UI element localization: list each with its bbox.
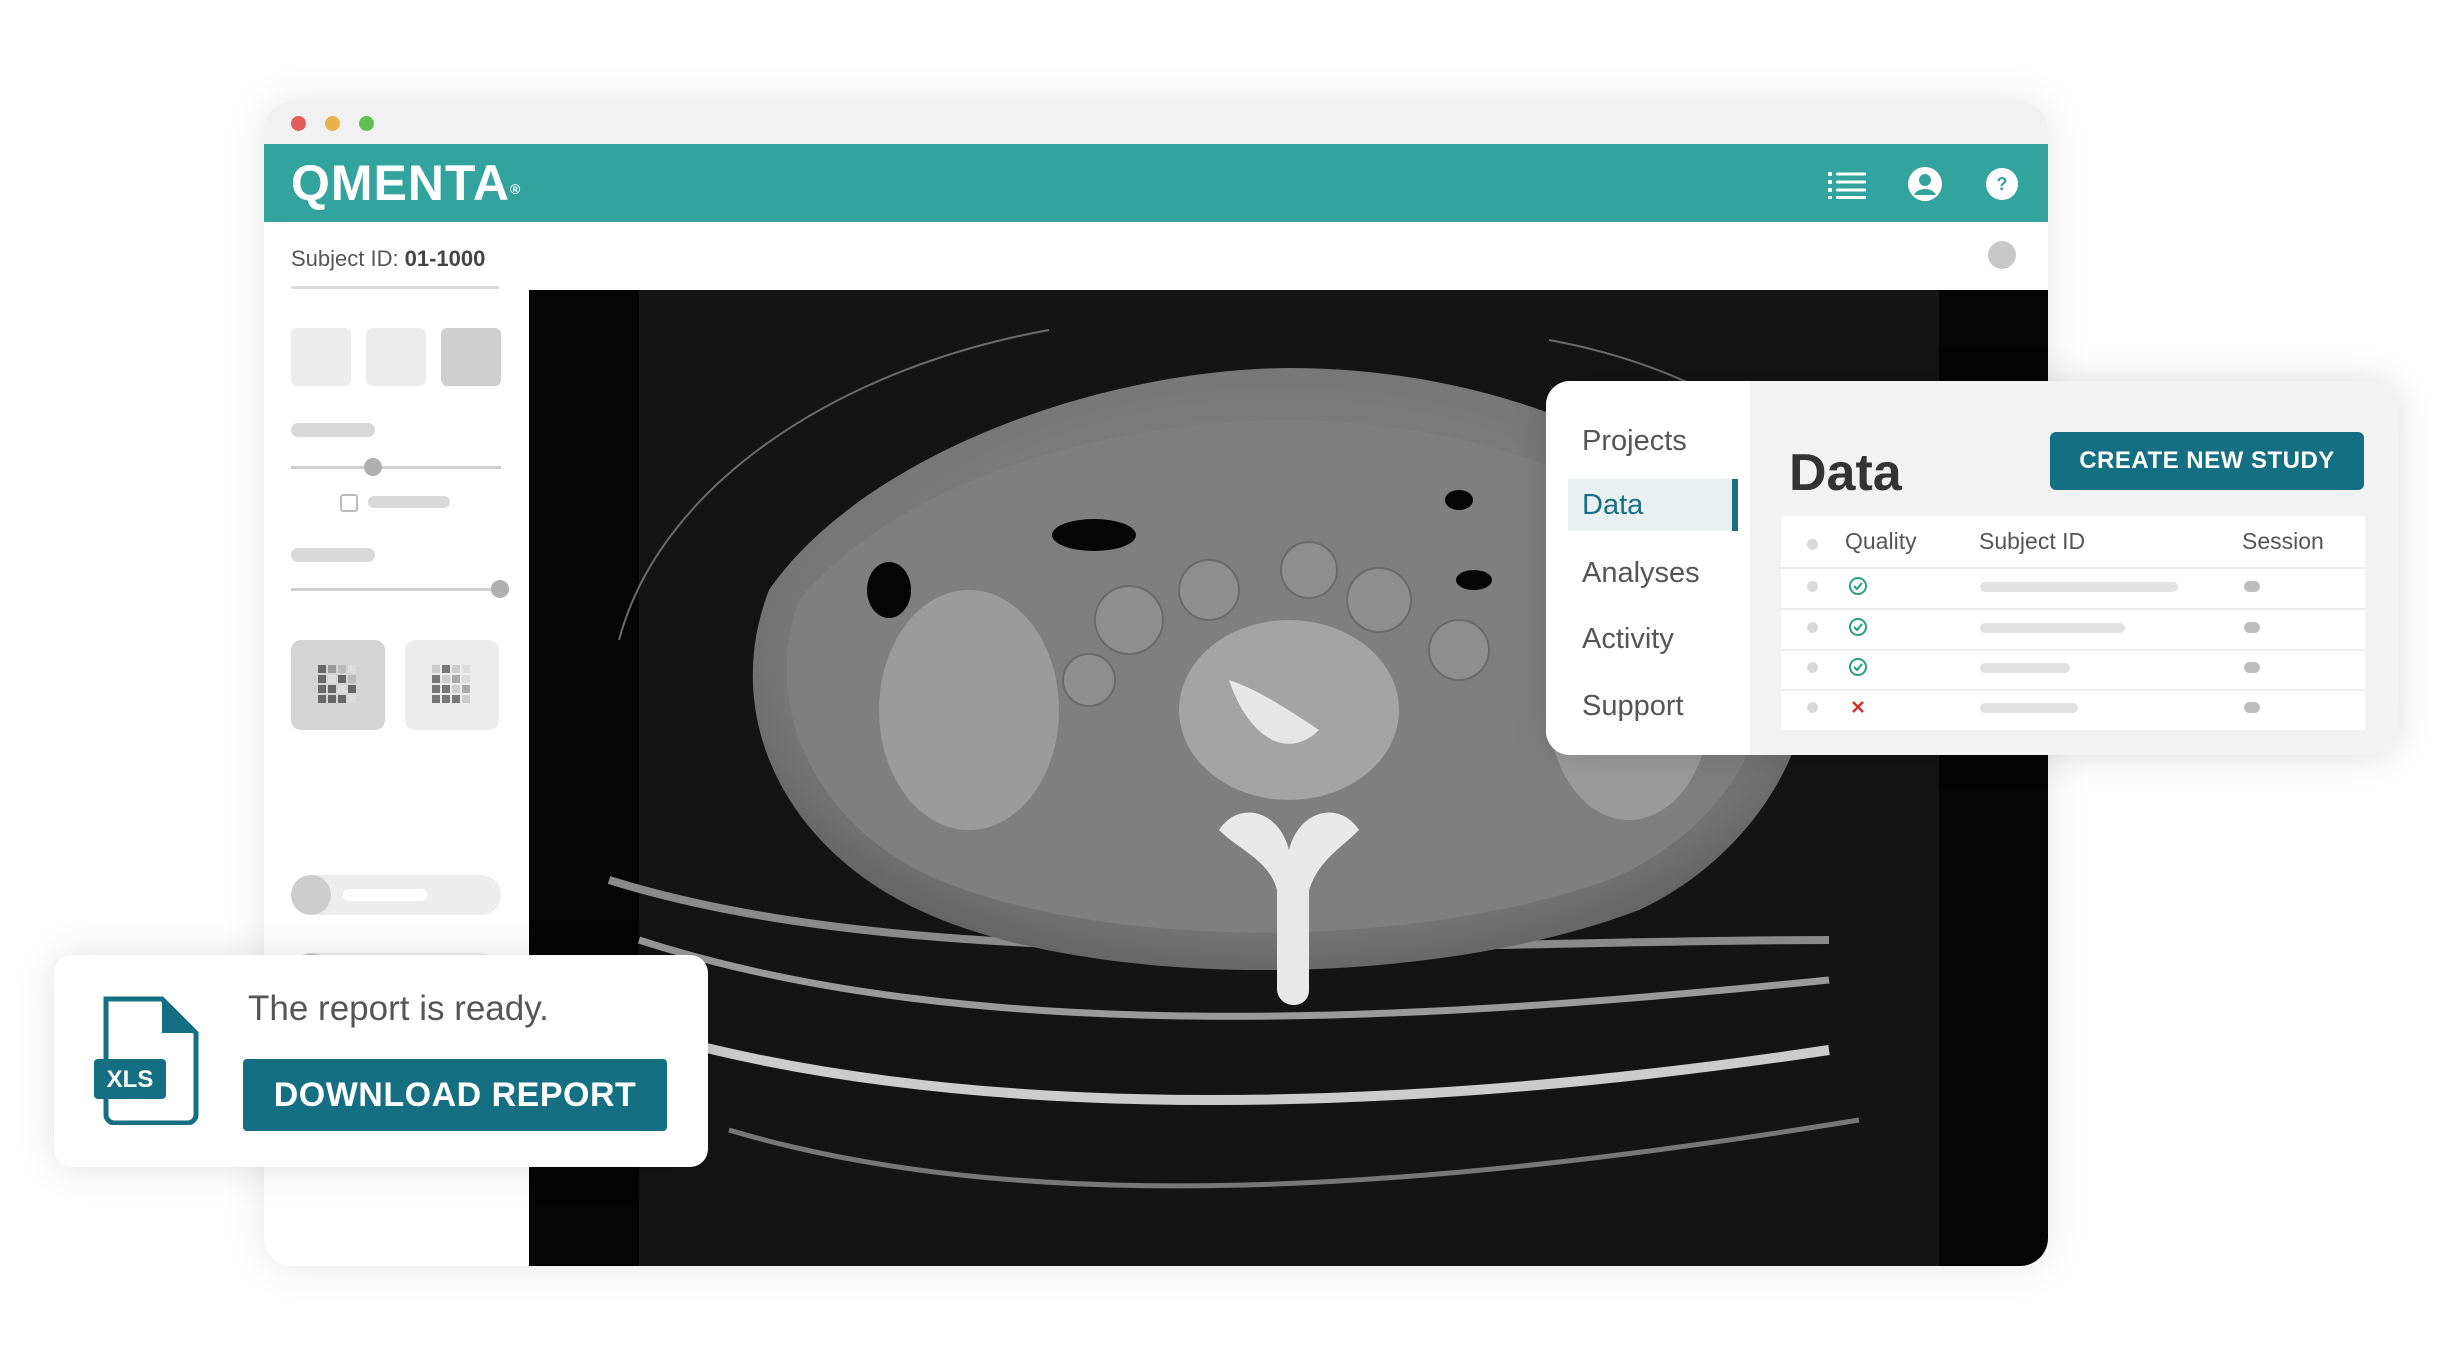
data-panel-popup: Projects Data Analyses Activity Support … <box>1546 381 2398 755</box>
checkbox-label <box>368 496 450 508</box>
view-mode-button-1[interactable] <box>291 328 351 386</box>
subject-id: Subject ID: 01-1000 <box>291 246 486 271</box>
slider-track[interactable] <box>291 466 501 469</box>
subject-id-placeholder <box>1980 703 2078 713</box>
session-indicator <box>2244 662 2260 673</box>
grid-layout-button-alt[interactable] <box>405 640 499 730</box>
nav-item-support[interactable]: Support <box>1568 680 1738 732</box>
create-new-study-button[interactable]: CREATE NEW STUDY <box>2050 432 2364 490</box>
slider-handle[interactable] <box>491 580 509 598</box>
slider-track[interactable] <box>291 588 501 591</box>
row-select-checkbox[interactable] <box>1807 702 1818 713</box>
subject-id-placeholder <box>1980 663 2070 673</box>
option-checkbox[interactable] <box>340 494 358 512</box>
status-indicator <box>1988 241 2016 269</box>
nav-item-projects[interactable]: Projects <box>1568 415 1738 467</box>
report-ready-message: The report is ready. <box>248 989 549 1028</box>
session-indicator <box>2244 581 2260 592</box>
column-header-session[interactable]: Session <box>2242 528 2324 555</box>
data-panel-nav: Projects Data Analyses Activity Support <box>1546 381 1750 755</box>
app-header: QMENTA® ? <box>264 144 2048 222</box>
quality-pass-icon <box>1849 618 1867 636</box>
download-report-button[interactable]: DOWNLOAD REPORT <box>243 1059 667 1131</box>
user-account-icon[interactable] <box>1905 164 1945 204</box>
view-mode-button-2[interactable] <box>366 328 426 386</box>
slider-handle[interactable] <box>364 458 382 476</box>
subject-id-placeholder <box>1980 623 2125 633</box>
window-minimize-button[interactable] <box>325 116 340 131</box>
subject-id-placeholder <box>1980 582 2178 592</box>
grid-layout-button[interactable] <box>291 640 385 730</box>
qmenta-logo[interactable]: QMENTA® <box>291 154 521 212</box>
help-icon[interactable]: ? <box>1982 164 2022 204</box>
session-indicator <box>2244 622 2260 633</box>
select-all-checkbox[interactable] <box>1807 539 1818 550</box>
setting-label <box>291 548 375 562</box>
subject-underline <box>291 286 499 289</box>
grid-icon <box>318 665 356 703</box>
column-header-quality[interactable]: Quality <box>1845 528 1917 555</box>
grid-icon <box>432 665 470 703</box>
nav-item-data[interactable]: Data <box>1568 479 1738 531</box>
data-table: Quality Subject ID Session <box>1781 516 2365 730</box>
column-header-subject-id[interactable]: Subject ID <box>1979 528 2085 555</box>
window-close-button[interactable] <box>291 116 306 131</box>
row-select-checkbox[interactable] <box>1807 622 1818 633</box>
data-page-title: Data <box>1789 444 1902 502</box>
subject-bar: Subject ID: 01-1000 <box>264 222 2048 290</box>
list-icon[interactable] <box>1827 164 1867 204</box>
svg-text:XLS: XLS <box>107 1066 154 1093</box>
nav-item-activity[interactable]: Activity <box>1568 613 1738 665</box>
report-ready-toast: XLS The report is ready. DOWNLOAD REPORT <box>54 955 708 1167</box>
window-maximize-button[interactable] <box>359 116 374 131</box>
row-select-checkbox[interactable] <box>1807 662 1818 673</box>
row-select-checkbox[interactable] <box>1807 581 1818 592</box>
view-mode-button-3[interactable] <box>441 328 501 386</box>
xls-file-icon: XLS <box>94 996 199 1125</box>
session-indicator <box>2244 702 2260 713</box>
window-titlebar <box>264 102 2048 144</box>
quality-fail-icon <box>1852 701 1864 713</box>
toggle-switch-1[interactable] <box>291 875 501 915</box>
quality-pass-icon <box>1849 577 1867 595</box>
setting-label <box>291 423 375 437</box>
svg-text:?: ? <box>1997 174 2008 194</box>
nav-item-analyses[interactable]: Analyses <box>1568 547 1738 599</box>
quality-pass-icon <box>1849 658 1867 676</box>
